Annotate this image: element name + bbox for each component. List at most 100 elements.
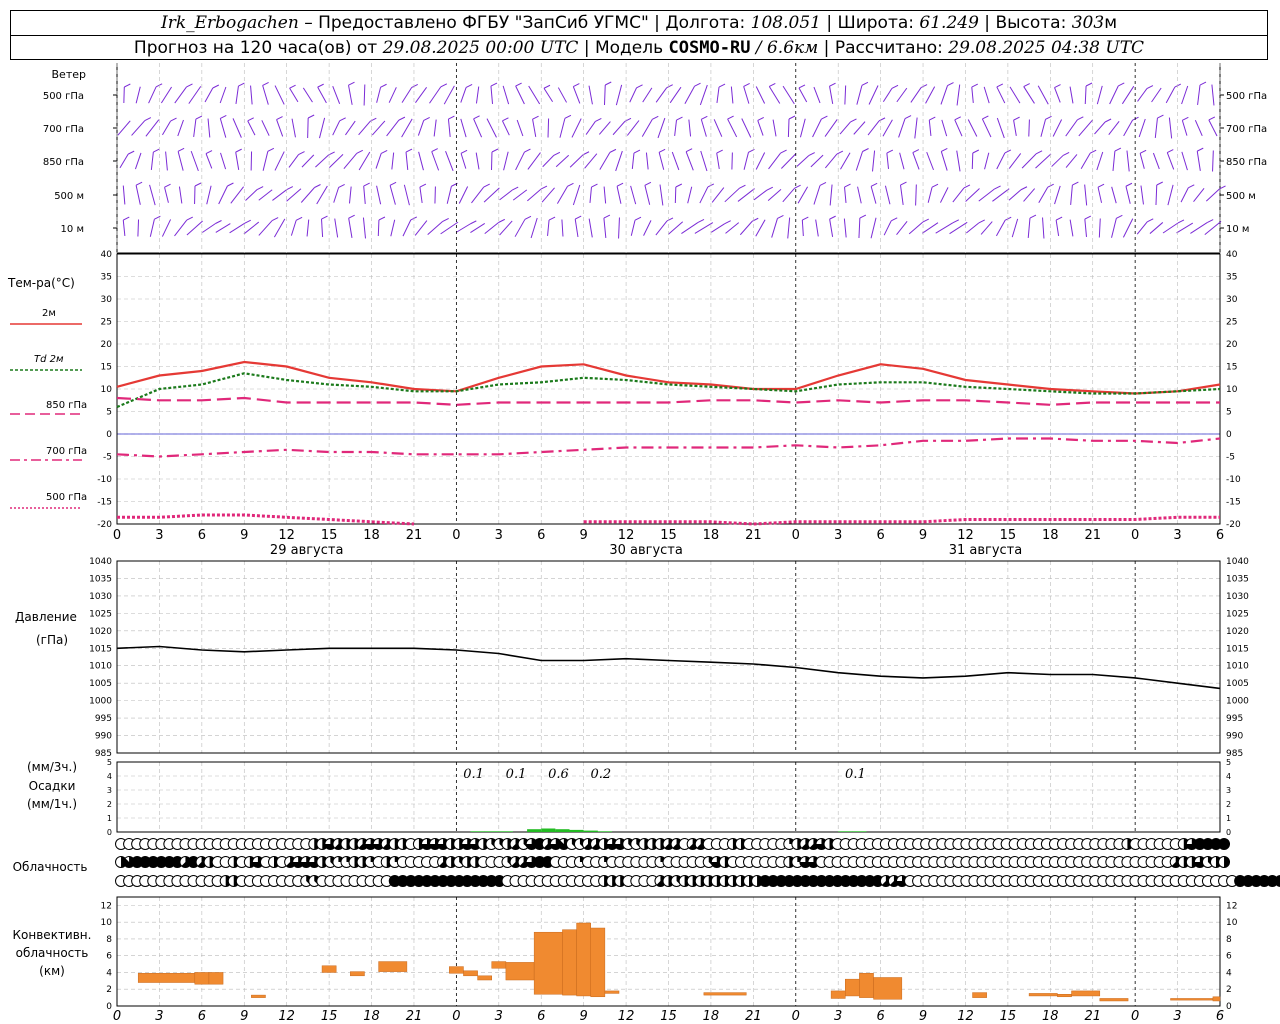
wind-barb xyxy=(1037,85,1049,105)
pressure-ytick-label-right: 1005 xyxy=(1226,679,1249,689)
wind-barb-flag xyxy=(127,150,135,155)
wind-barb xyxy=(571,118,582,138)
temp-ytick-label-left: -5 xyxy=(103,453,112,463)
wind-barb xyxy=(229,222,246,234)
wind-barb xyxy=(1180,187,1189,203)
wind-barb xyxy=(1098,218,1101,238)
wind-barb xyxy=(1204,220,1222,236)
conv-ytick-label-left: 6 xyxy=(106,952,112,962)
conv-hour-tick-label: 3 xyxy=(1173,1009,1181,1024)
wind-barb xyxy=(882,119,893,137)
wind-barb xyxy=(135,185,141,205)
wind-barb xyxy=(1121,85,1135,105)
wind-barb xyxy=(235,152,240,170)
wind-barb-flag xyxy=(1197,147,1204,152)
wind-barb xyxy=(250,85,253,105)
wind-barb xyxy=(1208,119,1218,137)
wind-barb xyxy=(914,117,918,139)
wind-barb-flag xyxy=(405,148,413,153)
day-label: 30 августа xyxy=(609,543,683,558)
wind-barb-flag xyxy=(498,218,505,223)
wind-barb xyxy=(1084,184,1088,206)
wind-barb-flag xyxy=(1047,183,1054,188)
conv-ytick-label-left: 4 xyxy=(106,968,112,978)
temp-legend-label: 2м xyxy=(42,308,56,319)
wind-barb xyxy=(886,152,890,170)
wind-barb-flag xyxy=(870,182,878,187)
wind-barb xyxy=(1084,218,1087,238)
conv-cloud-bar xyxy=(491,961,507,969)
wind-barb-flag xyxy=(380,83,387,88)
wind-barb xyxy=(149,219,155,237)
wind-barb xyxy=(1035,153,1052,169)
wind-barb-flag xyxy=(676,116,683,121)
wind-level-label-right: 500 м xyxy=(1226,191,1256,202)
wind-barb-flag xyxy=(235,148,242,153)
pressure-ytick-label-left: 1010 xyxy=(89,662,112,672)
wind-barb xyxy=(655,220,668,236)
wind-barb xyxy=(872,150,876,172)
wind-barb xyxy=(460,153,467,169)
wind-barb xyxy=(671,151,680,171)
wind-barb-flag xyxy=(289,84,296,89)
wind-barb xyxy=(870,186,877,204)
wind-barb xyxy=(782,187,795,203)
wind-barb-flag xyxy=(1004,216,1012,221)
wind-barb xyxy=(898,118,906,138)
wind-barb xyxy=(1023,86,1035,104)
wind-barb xyxy=(470,222,486,234)
wind-barb xyxy=(780,153,797,169)
wind-barb xyxy=(542,154,555,168)
wind-barb xyxy=(530,217,538,239)
wind-barb xyxy=(1166,152,1175,170)
precip-ytick-label-left: 5 xyxy=(107,758,112,767)
wind-barb xyxy=(150,151,154,171)
temp-legend-label: 500 гПа xyxy=(46,492,87,503)
conv-cloud-bar xyxy=(845,978,860,997)
wind-barb-flag xyxy=(743,82,750,87)
conv-cloud-bar xyxy=(703,992,747,996)
wind-barb xyxy=(415,87,428,103)
wind-barb-flag xyxy=(339,117,346,122)
wind-barb xyxy=(348,218,353,238)
precip-bar xyxy=(470,831,485,832)
wind-barb-flag xyxy=(540,185,548,190)
wind-barb xyxy=(967,119,978,137)
conv-cloud-bar xyxy=(590,927,606,998)
wind-barb xyxy=(503,151,509,171)
temp-ytick-label-right: 35 xyxy=(1226,273,1237,283)
wind-barb-flag xyxy=(295,216,303,221)
wind-barb xyxy=(1111,218,1117,238)
wind-barb xyxy=(165,151,168,171)
conv-hour-tick-label: 6 xyxy=(198,1009,206,1024)
wind-barb-flag xyxy=(1062,151,1070,156)
wind-barb xyxy=(1055,220,1060,236)
wind-barb-flag xyxy=(1013,116,1020,121)
temp-ytick-label-right: -20 xyxy=(1226,520,1241,530)
hour-tick-label: 12 xyxy=(618,528,635,543)
wind-barb xyxy=(812,118,822,138)
wind-barb-flag xyxy=(947,82,954,86)
wind-level-label-left: 850 гПа xyxy=(43,157,84,168)
wind-barb xyxy=(431,151,440,171)
conv-cloud-bar xyxy=(972,992,987,998)
pressure-ytick-label-left: 995 xyxy=(95,714,112,724)
wind-barb xyxy=(896,221,908,235)
wind-barb-flag xyxy=(195,115,203,120)
wind-barb xyxy=(629,87,638,103)
wind-barb xyxy=(588,218,593,238)
wind-barb-flag xyxy=(1206,219,1214,224)
conv-hour-tick-label: 15 xyxy=(1000,1009,1017,1024)
precip-ytick-label-left: 4 xyxy=(107,772,112,781)
temp-ytick-label-right: 0 xyxy=(1226,430,1232,440)
conv-cloud-bar xyxy=(1212,996,1221,1002)
temp-ytick-label-left: 20 xyxy=(101,340,113,350)
wind-barb xyxy=(645,152,649,170)
wind-barb xyxy=(674,119,677,137)
conv-ytick-label-right: 10 xyxy=(1226,918,1238,928)
wind-barb-flag xyxy=(465,84,473,88)
wind-barb xyxy=(243,221,260,235)
wind-barb xyxy=(230,186,245,204)
wind-barb xyxy=(177,151,184,171)
wind-barb xyxy=(1011,218,1019,238)
